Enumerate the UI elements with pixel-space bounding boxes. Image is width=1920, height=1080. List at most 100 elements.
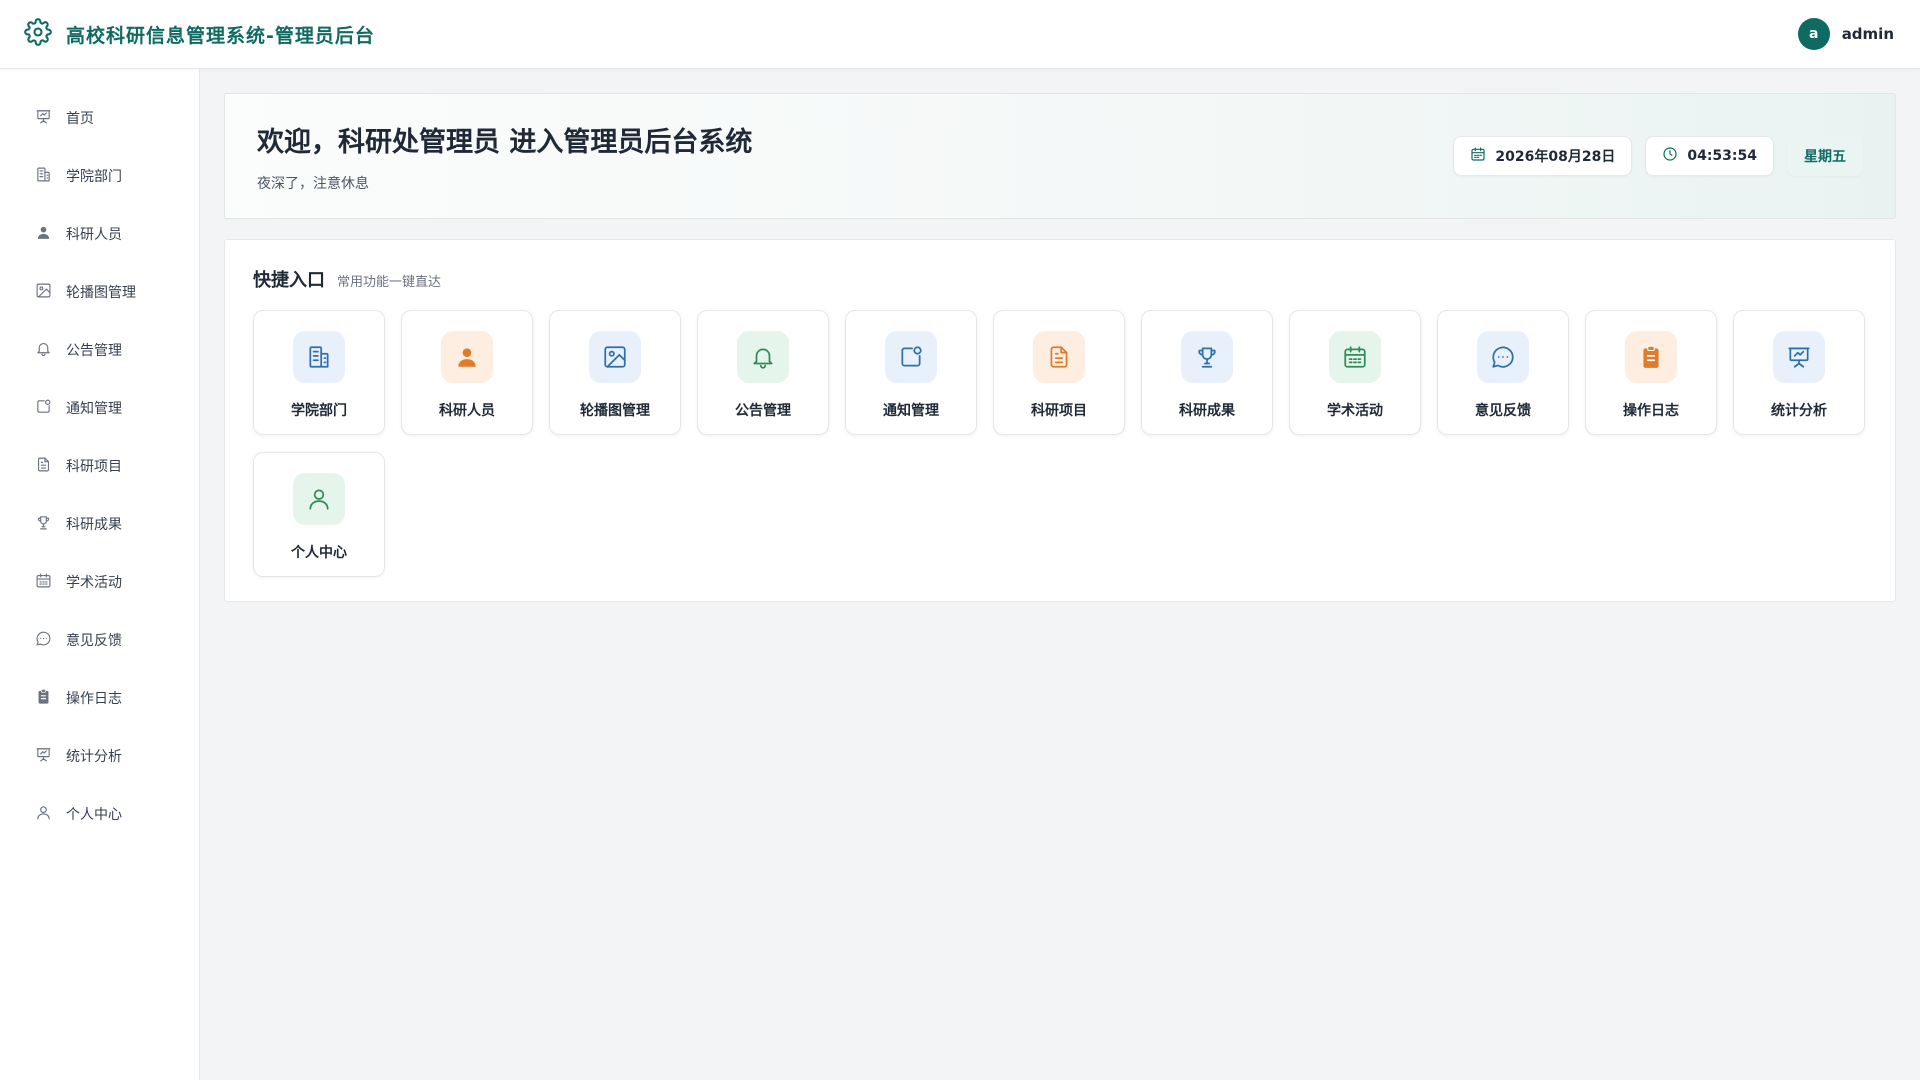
quick-card-5[interactable]: 科研项目 — [993, 310, 1125, 435]
quick-card-label: 科研人员 — [439, 403, 495, 419]
sidebar-item-11[interactable]: 统计分析 — [0, 727, 199, 785]
quick-card-2[interactable]: 轮播图管理 — [549, 310, 681, 435]
quick-card-label: 科研成果 — [1179, 403, 1235, 419]
calendar-icon — [1470, 146, 1486, 166]
time-text: 04:53:54 — [1687, 148, 1757, 164]
bell-icon — [737, 331, 789, 383]
quick-card-4[interactable]: 通知管理 — [845, 310, 977, 435]
sidebar-item-2[interactable]: 科研人员 — [0, 205, 199, 263]
user-menu[interactable]: a admin — [1797, 18, 1894, 50]
sidebar: 首页学院部门科研人员轮播图管理公告管理通知管理科研项目科研成果学术活动意见反馈操… — [0, 69, 200, 1080]
quick-card-3[interactable]: 公告管理 — [697, 310, 829, 435]
clock-icon — [1662, 146, 1678, 166]
bell-icon — [35, 340, 52, 361]
sidebar-item-5[interactable]: 通知管理 — [0, 379, 199, 437]
image-icon — [589, 331, 641, 383]
chat-icon — [35, 630, 52, 651]
quick-card-label: 意见反馈 — [1475, 403, 1531, 419]
quick-card-7[interactable]: 学术活动 — [1289, 310, 1421, 435]
document-icon — [1033, 331, 1085, 383]
trophy-icon — [1181, 331, 1233, 383]
welcome-subtitle: 夜深了，注意休息 — [257, 175, 369, 192]
sidebar-item-label: 操作日志 — [66, 691, 122, 707]
quick-card-label: 通知管理 — [883, 403, 939, 419]
trophy-icon — [35, 514, 52, 535]
sidebar-item-label: 轮播图管理 — [66, 285, 136, 301]
presentation-icon — [35, 746, 52, 767]
sidebar-item-label: 科研人员 — [66, 227, 122, 243]
calendar-icon — [35, 572, 52, 593]
document-icon — [35, 456, 52, 477]
welcome-title: 欢迎，科研处管理员 进入管理员后台系统 — [257, 126, 753, 158]
user-solid-icon — [441, 331, 493, 383]
weekday-chip: 星期五 — [1787, 136, 1863, 176]
presentation-icon — [1773, 331, 1825, 383]
building-icon — [293, 331, 345, 383]
quick-card-0[interactable]: 学院部门 — [253, 310, 385, 435]
welcome-banner: 欢迎，科研处管理员 进入管理员后台系统 夜深了，注意休息 2026年08月28日 — [224, 93, 1896, 219]
sidebar-item-label: 意见反馈 — [66, 633, 122, 649]
sidebar-item-0[interactable]: 首页 — [0, 89, 199, 147]
quick-access-title: 快捷入口 — [253, 270, 325, 291]
notification-icon — [885, 331, 937, 383]
top-bar: 高校科研信息管理系统-管理员后台 a admin — [0, 0, 1920, 69]
time-chip: 04:53:54 — [1645, 136, 1774, 176]
sidebar-item-8[interactable]: 学术活动 — [0, 553, 199, 611]
app-title: 高校科研信息管理系统-管理员后台 — [66, 24, 375, 47]
quick-card-1[interactable]: 科研人员 — [401, 310, 533, 435]
sidebar-item-12[interactable]: 个人中心 — [0, 785, 199, 843]
sidebar-item-label: 个人中心 — [66, 807, 122, 823]
brand: 高校科研信息管理系统-管理员后台 — [24, 18, 375, 50]
quick-access-subtitle: 常用功能一键直达 — [337, 275, 442, 290]
user-solid-icon — [35, 224, 52, 245]
quick-card-11[interactable]: 个人中心 — [253, 452, 385, 577]
sidebar-item-7[interactable]: 科研成果 — [0, 495, 199, 553]
quick-access-panel: 快捷入口 常用功能一键直达 学院部门 科研人员 轮播图管理 公告管理 通知管理 科研项目 科… — [224, 239, 1896, 602]
main-content: 欢迎，科研处管理员 进入管理员后台系统 夜深了，注意休息 2026年08月28日 — [224, 93, 1896, 602]
sidebar-item-label: 公告管理 — [66, 343, 122, 359]
datetime-chips: 2026年08月28日 04:53:54 星期五 — [1453, 136, 1863, 176]
sidebar-item-1[interactable]: 学院部门 — [0, 147, 199, 205]
gear-icon[interactable] — [24, 18, 52, 50]
date-chip: 2026年08月28日 — [1453, 136, 1633, 176]
notification-icon — [35, 398, 52, 419]
sidebar-item-3[interactable]: 轮播图管理 — [0, 263, 199, 321]
sidebar-item-10[interactable]: 操作日志 — [0, 669, 199, 727]
quick-card-9[interactable]: 操作日志 — [1585, 310, 1717, 435]
quick-access-grid: 学院部门 科研人员 轮播图管理 公告管理 通知管理 科研项目 科研成果 学术活动 意见反馈 操作日… — [253, 310, 1867, 577]
presentation-icon — [35, 108, 52, 129]
sidebar-item-label: 通知管理 — [66, 401, 122, 417]
sidebar-item-label: 学术活动 — [66, 575, 122, 591]
quick-card-10[interactable]: 统计分析 — [1733, 310, 1865, 435]
sidebar-item-label: 科研成果 — [66, 517, 122, 533]
clipboard-icon — [1625, 331, 1677, 383]
quick-card-label: 操作日志 — [1623, 403, 1679, 419]
quick-card-label: 统计分析 — [1771, 403, 1827, 419]
user-outline-icon — [35, 804, 52, 825]
building-icon — [35, 166, 52, 187]
quick-card-label: 科研项目 — [1031, 403, 1087, 419]
quick-card-label: 公告管理 — [735, 403, 791, 419]
clipboard-icon — [35, 688, 52, 709]
sidebar-item-4[interactable]: 公告管理 — [0, 321, 199, 379]
quick-card-label: 个人中心 — [291, 545, 347, 561]
chat-icon — [1477, 331, 1529, 383]
sidebar-item-label: 学院部门 — [66, 169, 122, 185]
quick-card-label: 轮播图管理 — [580, 403, 650, 419]
image-icon — [35, 282, 52, 303]
username[interactable]: admin — [1842, 25, 1894, 43]
sidebar-item-label: 首页 — [66, 111, 94, 127]
date-text: 2026年08月28日 — [1495, 149, 1616, 165]
quick-card-6[interactable]: 科研成果 — [1141, 310, 1273, 435]
weekday-text: 星期五 — [1804, 149, 1846, 165]
calendar-icon — [1329, 331, 1381, 383]
user-outline-icon — [293, 473, 345, 525]
sidebar-item-label: 科研项目 — [66, 459, 122, 475]
sidebar-item-6[interactable]: 科研项目 — [0, 437, 199, 495]
sidebar-item-label: 统计分析 — [66, 749, 122, 765]
quick-card-8[interactable]: 意见反馈 — [1437, 310, 1569, 435]
sidebar-item-9[interactable]: 意见反馈 — [0, 611, 199, 669]
avatar[interactable]: a — [1797, 18, 1830, 50]
quick-card-label: 学院部门 — [291, 403, 347, 419]
quick-card-label: 学术活动 — [1327, 403, 1383, 419]
